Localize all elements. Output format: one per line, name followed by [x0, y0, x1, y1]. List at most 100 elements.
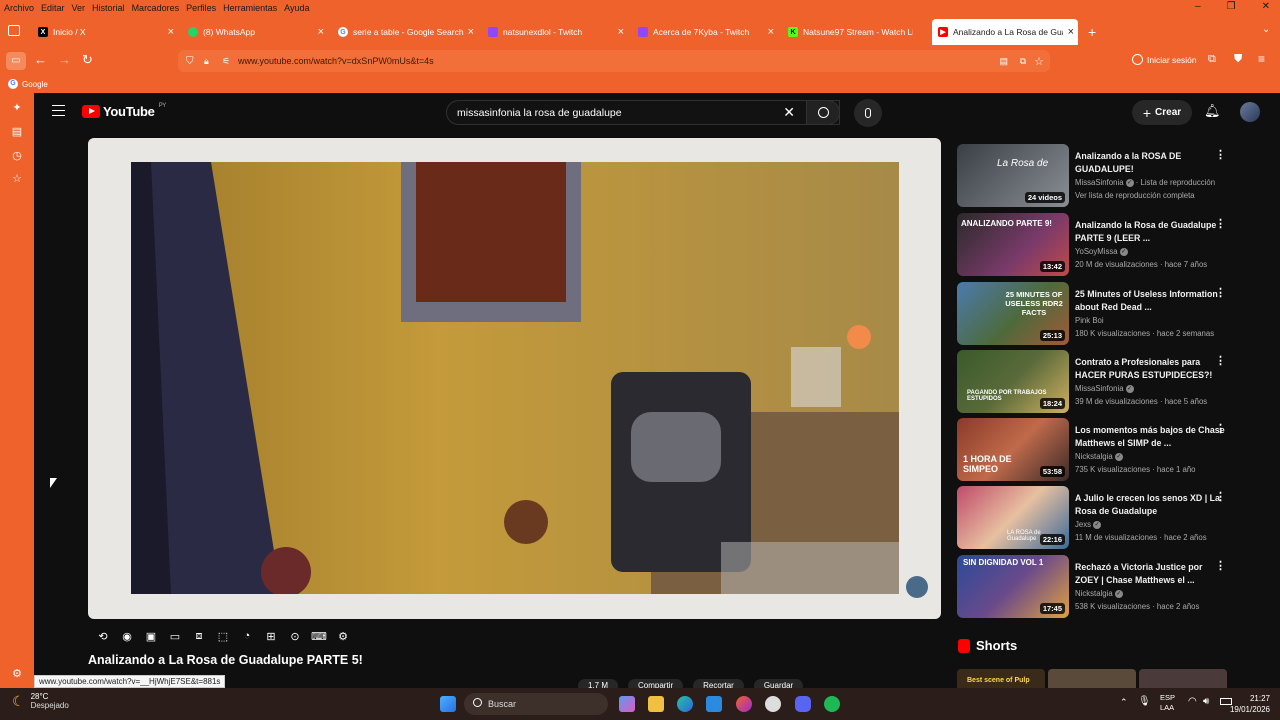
create-button[interactable]: + Crear: [1132, 100, 1192, 125]
screenshot-icon[interactable]: ⊙: [286, 628, 304, 644]
address-bar[interactable]: ⛉ 🔒︎ ⚟ www.youtube.com/watch?v=dxSnPW0mU…: [178, 50, 1050, 72]
menu-ver[interactable]: Ver: [72, 3, 86, 13]
shield-icon[interactable]: ⛉: [186, 56, 194, 67]
extensions-icon[interactable]: ⧉: [1208, 53, 1216, 66]
recommendation-title[interactable]: Rechazó a Victoria Justice por ZOEY | Ch…: [1075, 561, 1225, 587]
theater-icon[interactable]: ▭: [166, 628, 184, 644]
tab-google-search[interactable]: G serie a table - Google Search ×: [332, 19, 478, 45]
more-options-icon[interactable]: ⋮: [1215, 559, 1226, 572]
clock[interactable]: 21:27 19/01/2026: [1226, 693, 1270, 715]
permissions-icon[interactable]: ⚟: [222, 56, 230, 67]
list-item[interactable]: La Rosa de 24 videos Analizando a la ROS…: [957, 144, 1247, 210]
microphone-icon[interactable]: 🎙︎: [1138, 696, 1151, 707]
restore-icon[interactable]: ❐: [1227, 1, 1236, 12]
share-button[interactable]: Compartir: [628, 679, 684, 688]
list-item[interactable]: ANALIZANDO PARTE 9! 13:42 Analizando la …: [957, 213, 1247, 279]
video-thumbnail[interactable]: 25 MINUTES OF USELESS RDR2 FACTS 25:13: [957, 282, 1069, 345]
list-item[interactable]: LA ROSA de Guadalupe 22:16 A Julio le cr…: [957, 486, 1247, 552]
menu-historial[interactable]: Historial: [92, 3, 125, 13]
menu-editar[interactable]: Editar: [41, 3, 65, 13]
video-thumbnail[interactable]: 1 HORA DE SIMPEO 53:58: [957, 418, 1069, 481]
avatar[interactable]: [1240, 102, 1260, 122]
reader-icon[interactable]: ▤: [999, 56, 1008, 67]
list-item[interactable]: PAGANDO POR TRABAJOS ESTUPIDOS 18:24 Con…: [957, 350, 1247, 416]
language-indicator[interactable]: ESP LAA: [1160, 693, 1175, 713]
close-icon[interactable]: ×: [618, 26, 624, 38]
recommendation-stats[interactable]: Ver lista de reproducción completa: [1075, 191, 1195, 200]
tab-twitch-natsunex[interactable]: natsunexdlol - Twitch ×: [482, 19, 628, 45]
close-window-icon[interactable]: ✕: [1262, 1, 1270, 12]
more-options-icon[interactable]: ⋮: [1215, 217, 1226, 230]
tab-list-icon[interactable]: ⌄: [1262, 24, 1270, 35]
loop-icon[interactable]: ⟲: [94, 628, 112, 644]
tab-kick-natsune[interactable]: K Natsune97 Stream - Watch Live: [782, 19, 928, 45]
video-thumbnail[interactable]: LA ROSA de Guadalupe 22:16: [957, 486, 1069, 549]
video-frame[interactable]: [131, 162, 899, 594]
add-icon[interactable]: ⊞: [262, 628, 280, 644]
menu-ayuda[interactable]: Ayuda: [284, 3, 309, 13]
taskbar-search[interactable]: Buscar: [464, 693, 608, 715]
firefox-icon[interactable]: [736, 696, 752, 712]
speed-icon[interactable]: ◔: [238, 628, 256, 644]
save-button[interactable]: Guardar: [753, 679, 804, 688]
tab-overview-icon[interactable]: [8, 25, 20, 36]
favorites-icon[interactable]: ☆: [10, 172, 24, 186]
tab-whatsapp[interactable]: (8) WhatsApp ×: [182, 19, 328, 45]
notifications-bell-icon[interactable]: 🔔︎: [1204, 103, 1221, 119]
channel-name[interactable]: MissaSinfonia ✓ · Lista de reproducción: [1075, 178, 1215, 187]
miniplayer-icon[interactable]: ⧈: [190, 628, 208, 644]
menu-herramientas[interactable]: Herramientas: [223, 3, 277, 13]
list-item[interactable]: 1 HORA DE SIMPEO 53:58 Los momentos más …: [957, 418, 1247, 484]
short-thumbnail[interactable]: [1048, 669, 1136, 688]
chevron-up-icon[interactable]: ⌃: [1120, 697, 1128, 708]
youtube-logo[interactable]: YouTube PY: [82, 103, 166, 119]
mail-icon[interactable]: [706, 696, 722, 712]
shield-extension-icon[interactable]: ⛊: [1234, 53, 1242, 66]
channel-name[interactable]: Jexs ✓: [1075, 520, 1102, 529]
settings-icon[interactable]: ⚙: [10, 667, 24, 681]
minimize-icon[interactable]: –: [1195, 1, 1201, 12]
spotify-icon[interactable]: [824, 696, 840, 712]
video-thumbnail[interactable]: La Rosa de 24 videos: [957, 144, 1069, 207]
clip-button[interactable]: Recortar: [693, 679, 744, 688]
cinema-icon[interactable]: ▣: [142, 628, 160, 644]
bookmark-google[interactable]: Google: [22, 80, 48, 89]
folder-icon[interactable]: [648, 696, 664, 712]
signin-button[interactable]: Iniciar sesión: [1132, 54, 1197, 65]
recommendation-title[interactable]: A Julio le crecen los senos XD | La Rosa…: [1075, 492, 1225, 518]
ai-sparkle-icon[interactable]: ✦: [10, 101, 24, 115]
expand-icon[interactable]: ⬚: [214, 628, 232, 644]
recommendation-title[interactable]: Los momentos más bajos de Chase Matthews…: [1075, 424, 1225, 450]
weather-widget[interactable]: ☾ 28°C Despejado: [12, 692, 69, 710]
more-options-icon[interactable]: ⋮: [1215, 490, 1226, 503]
close-icon[interactable]: ×: [468, 26, 474, 38]
search-input[interactable]: missasinfonia la rosa de guadalupe ✕: [446, 100, 840, 125]
short-thumbnail[interactable]: Best scene of Pulp fiction: [957, 669, 1045, 688]
short-thumbnail[interactable]: [1139, 669, 1227, 688]
list-item[interactable]: 25 MINUTES OF USELESS RDR2 FACTS 25:13 2…: [957, 282, 1247, 348]
menu-archivo[interactable]: Archivo: [4, 3, 34, 13]
star-icon[interactable]: ☆: [1034, 55, 1044, 68]
recommendation-title[interactable]: Analizando la Rosa de Guadalupe PARTE 9 …: [1075, 219, 1225, 245]
close-icon[interactable]: ×: [1068, 26, 1074, 38]
video-thumbnail[interactable]: ANALIZANDO PARTE 9! 13:42: [957, 213, 1069, 276]
lock-icon[interactable]: 🔒︎: [204, 56, 209, 67]
more-options-icon[interactable]: ⋮: [1215, 354, 1226, 367]
app-menu-icon[interactable]: ≡: [1258, 52, 1265, 66]
close-icon[interactable]: ×: [768, 26, 774, 38]
menu-marcadores[interactable]: Marcadores: [132, 3, 180, 13]
pip-icon[interactable]: ⧉: [1020, 56, 1026, 67]
channel-name[interactable]: MissaSinfonia ✓: [1075, 384, 1134, 393]
channel-name[interactable]: Nickstalgia ✓: [1075, 589, 1123, 598]
channel-name[interactable]: Nickstalgia ✓: [1075, 452, 1123, 461]
search-button[interactable]: [806, 100, 840, 125]
recommendation-title[interactable]: 25 Minutes of Useless Information about …: [1075, 288, 1225, 314]
video-thumbnail[interactable]: SIN DIGNIDAD VOL 1 17:45: [957, 555, 1069, 618]
volume-icon[interactable]: 🔊︎: [1203, 696, 1209, 707]
more-options-icon[interactable]: ⋮: [1215, 422, 1226, 435]
video-player[interactable]: [88, 138, 941, 619]
close-icon[interactable]: ×: [168, 26, 174, 38]
windows-start-icon[interactable]: [440, 696, 456, 712]
back-icon[interactable]: ←: [34, 52, 47, 67]
forward-icon[interactable]: →: [58, 52, 71, 67]
